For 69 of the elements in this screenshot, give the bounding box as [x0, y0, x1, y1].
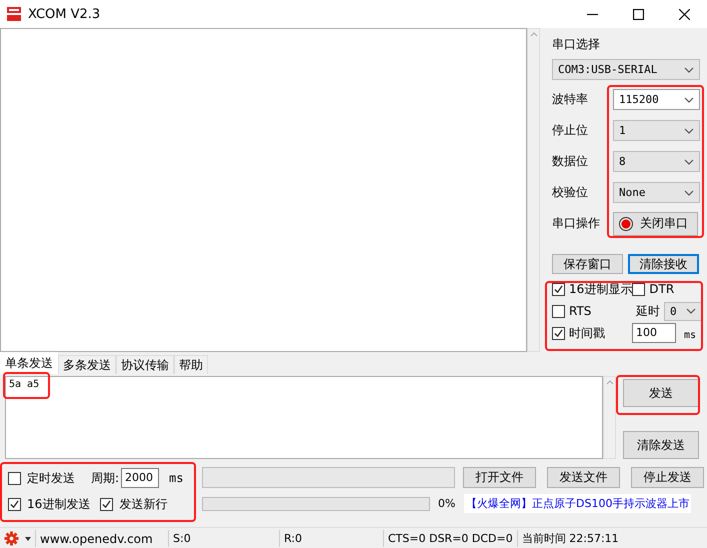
setting-label: 校验位	[552, 184, 589, 201]
delay-label: 延时	[636, 302, 660, 320]
send-button[interactable]: 发送	[623, 379, 699, 407]
checkbox[interactable]	[8, 498, 21, 510]
checkbox[interactable]	[632, 282, 646, 296]
checkbox-label: 16进制发送	[27, 496, 90, 512]
unit-label: ms	[684, 330, 696, 340]
setting-label: 波特率	[552, 91, 589, 108]
gear-icon[interactable]	[4, 531, 19, 546]
tab[interactable]: 多条发送	[58, 355, 116, 374]
scrollbar[interactable]	[527, 28, 540, 352]
save-window-button[interactable]: 保存窗口	[552, 254, 623, 274]
window-title: XCOM V2.3	[28, 6, 100, 22]
maximize-icon	[632, 8, 644, 20]
checkbox[interactable]	[552, 282, 565, 296]
app-icon	[6, 6, 22, 22]
delay-dropdown[interactable]: 0	[664, 302, 702, 320]
port-toggle-button[interactable]: 关闭串口	[613, 212, 698, 236]
checkbox[interactable]	[552, 304, 565, 318]
current-time: 当前时间 22:57:11	[520, 531, 620, 547]
send-file-button[interactable]: 发送文件	[547, 467, 620, 488]
port-dropdown[interactable]: COM3:USB-SERIAL	[552, 59, 700, 80]
tab[interactable]: 单条发送	[0, 352, 58, 374]
file-path-field[interactable]	[202, 467, 455, 488]
clear-receive-button[interactable]: 清除接收	[628, 254, 699, 274]
scrollbar[interactable]	[603, 376, 616, 459]
checkbox-label: DTR	[649, 282, 674, 296]
setting-dropdown[interactable]: 1	[613, 120, 700, 141]
checkbox[interactable]	[8, 472, 21, 484]
period-field[interactable]: 2000	[121, 468, 160, 488]
setting-dropdown[interactable]: None	[613, 182, 700, 203]
period-label: 周期:	[91, 470, 120, 486]
checkbox[interactable]	[100, 498, 114, 510]
setting-label: 数据位	[552, 153, 589, 170]
stop-send-button[interactable]: 停止发送	[631, 467, 704, 488]
progress-reading: 0%	[438, 497, 456, 510]
open-file-button[interactable]: 打开文件	[463, 467, 536, 488]
received-count: R:0	[280, 530, 384, 547]
checkbox-label: 定时发送	[27, 470, 75, 486]
close-icon	[678, 8, 690, 20]
chevron-icon	[684, 96, 694, 102]
timestamp-field[interactable]: 100	[632, 323, 676, 343]
checkbox-label: 发送新行	[119, 496, 168, 512]
sent-count: S:0	[169, 530, 280, 547]
ad-link[interactable]: 【火爆全网】正点原子DS100手持示波器上市	[464, 494, 692, 513]
setting-dropdown[interactable]: 115200	[613, 89, 700, 110]
record-icon	[618, 216, 634, 232]
chevron-icon	[684, 158, 694, 164]
clear-send-button[interactable]: 清除发送	[623, 431, 699, 459]
checkbox[interactable]	[552, 326, 565, 340]
setting-label: 停止位	[552, 122, 589, 139]
caret-icon[interactable]	[25, 536, 31, 540]
section-label: 串口选择	[552, 36, 601, 52]
checkbox-label: 时间戳	[569, 324, 605, 342]
checkbox-label: 16进制显示	[569, 280, 632, 298]
unit-label: ms	[169, 471, 184, 485]
highlight-frame	[3, 372, 50, 399]
chevron-icon	[684, 190, 694, 196]
send-text-area[interactable]: 5a a5	[5, 376, 603, 459]
setting-label: 串口操作	[552, 215, 601, 232]
chevron-icon	[686, 308, 696, 314]
checkbox-label: RTS	[569, 304, 592, 318]
tab[interactable]: 帮助	[174, 355, 208, 374]
setting-dropdown[interactable]: 8	[613, 151, 700, 172]
chevron-icon	[684, 66, 694, 72]
website-link[interactable]: www.openedv.com	[36, 530, 169, 547]
chevron-icon	[684, 128, 694, 134]
line-status: CTS=0 DSR=0 DCD=0	[384, 530, 518, 547]
tab[interactable]: 协议传输	[116, 355, 174, 374]
